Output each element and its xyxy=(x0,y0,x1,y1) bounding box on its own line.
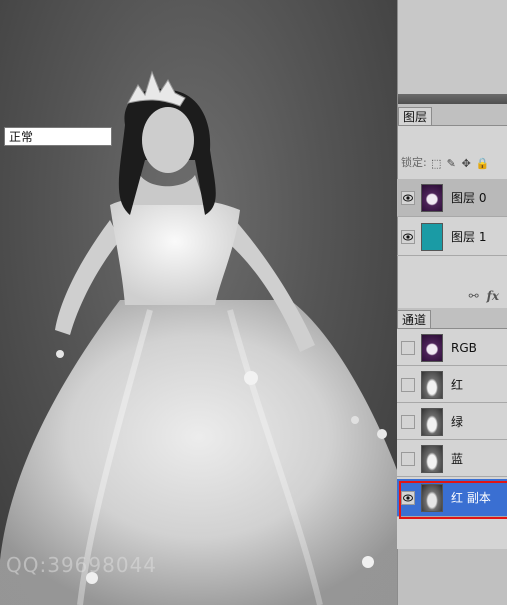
document-canvas[interactable]: QQ:39698044 xyxy=(0,0,397,605)
channel-row-rgb[interactable]: RGB xyxy=(397,330,507,366)
channel-thumbnail xyxy=(421,333,443,362)
lock-all-icon[interactable]: 🔒 xyxy=(476,158,490,169)
panel-dock-empty-area xyxy=(398,0,507,94)
layer-visibility-eye-icon[interactable] xyxy=(401,190,415,205)
channel-thumbnail xyxy=(421,407,443,436)
channel-thumbnail xyxy=(421,370,443,399)
channel-visibility-toggle[interactable] xyxy=(401,377,415,392)
layer-name: 图层 0 xyxy=(451,191,487,205)
channel-name: 蓝 xyxy=(451,452,464,466)
lock-label: 锁定: xyxy=(401,156,427,169)
layer-name: 图层 1 xyxy=(451,230,487,244)
dress-bodice xyxy=(110,199,240,305)
lock-transparency-icon[interactable]: ⬚ xyxy=(431,158,442,169)
blend-mode-select[interactable]: 正常 xyxy=(4,127,112,146)
layer-row-1[interactable]: 图层 1 xyxy=(397,218,507,256)
tab-channels[interactable]: 通道 xyxy=(397,310,432,329)
channel-row-blue[interactable]: 蓝 xyxy=(397,441,507,477)
layer-thumbnail xyxy=(421,183,443,212)
channel-visibility-toggle[interactable] xyxy=(401,340,415,355)
channel-visibility-toggle[interactable] xyxy=(401,451,415,466)
channel-visibility-toggle[interactable] xyxy=(401,414,415,429)
fx-icon[interactable]: fx xyxy=(487,289,499,303)
watermark-text: QQ:39698044 xyxy=(6,553,158,577)
channel-name: RGB xyxy=(451,340,477,355)
layers-panel-footer: ⚯ fx xyxy=(397,287,507,305)
layer-row-0[interactable]: 图层 0 xyxy=(397,179,507,217)
panel-group-titlebar[interactable] xyxy=(398,94,507,104)
channel-row-green[interactable]: 绿 xyxy=(397,404,507,440)
annotation-highlight-box xyxy=(399,481,507,519)
layer-thumbnail xyxy=(421,222,443,251)
photo-grayscale-preview xyxy=(0,70,397,605)
layer-visibility-eye-icon[interactable] xyxy=(401,229,415,244)
lock-row: 锁定: ⬚ ✎ ✥ 🔒 xyxy=(401,154,490,172)
channel-name: 绿 xyxy=(451,415,464,429)
lock-brush-icon[interactable]: ✎ xyxy=(446,158,457,169)
tab-layers[interactable]: 图层 xyxy=(398,107,433,126)
link-icon[interactable]: ⚯ xyxy=(469,289,479,303)
lock-move-icon[interactable]: ✥ xyxy=(461,158,472,169)
channel-thumbnail xyxy=(421,444,443,473)
channel-name: 红 xyxy=(451,378,464,392)
channel-row-red[interactable]: 红 xyxy=(397,367,507,403)
face xyxy=(142,107,194,173)
